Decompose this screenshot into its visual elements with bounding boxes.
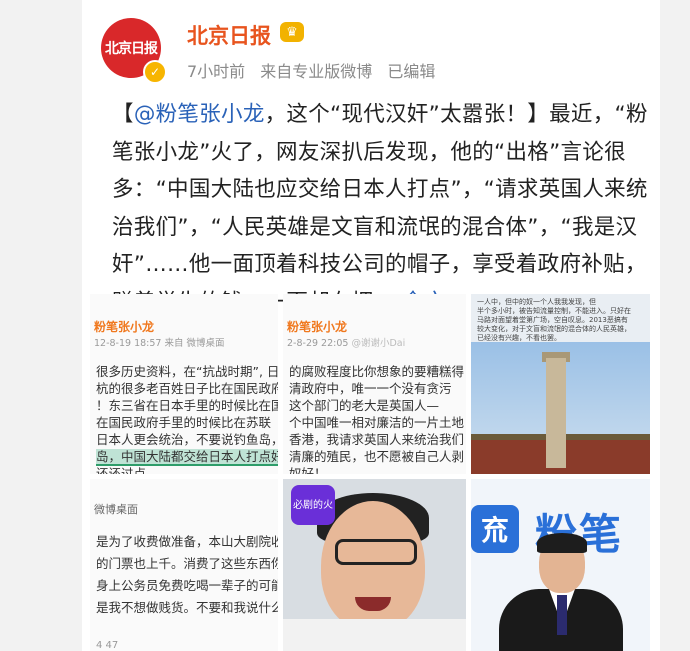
screenshot-date-text: 2-8-29 22:05 bbox=[287, 338, 349, 349]
brand-logo-icon: 㐬 bbox=[471, 505, 519, 553]
screenshot-footer: 4 47 bbox=[96, 640, 119, 651]
image-screenshot-2[interactable]: 粉笔张小龙 2-8-29 22:05 @谢谢小Dai 的腐败程度比你想象的要糟糕… bbox=[283, 294, 466, 474]
man-hair bbox=[537, 533, 587, 553]
post-source: 来自专业版微博 bbox=[260, 62, 373, 81]
image-monument-photo[interactable]: 一人中，但中的奴一个人我我发现，但 半个多小时，被告知流量控制，不能进入。只好在… bbox=[471, 294, 650, 474]
screenshot-line: 这个部门的老大是英国人— bbox=[289, 398, 440, 413]
post-text: 【@粉笔张小龙，这个“现代汉奸”太嚣张！】最近，“粉笔张小龙”火了，网友深扒后发… bbox=[112, 96, 652, 321]
screenshot-author: 粉笔张小龙 bbox=[287, 320, 348, 334]
screenshot-highlight-line: 岛，中国大陆都交给日本人打点好 bbox=[96, 449, 278, 466]
screenshot-line: 的腐败程度比你想象的要糟糕得 bbox=[289, 364, 465, 379]
screenshot-line: 身上公务员免费吃喝一辈子的可能 bbox=[96, 578, 278, 593]
app-logo: 必剧的火 bbox=[291, 485, 335, 525]
tie bbox=[557, 595, 567, 635]
screenshot-line: 杭的很多老百姓日子比在国民政府 bbox=[96, 381, 278, 396]
screenshot-line: 奴好！ bbox=[289, 466, 327, 474]
post-headline: ，这个“现代汉奸”太嚣张！】 bbox=[264, 102, 550, 127]
post-time: 7小时前 bbox=[187, 62, 246, 81]
screenshot-line: 清政府中，唯一一个没有贪污 bbox=[289, 381, 452, 396]
screenshot-line: 是为了收费做准备，本山大剧院收 bbox=[96, 534, 278, 549]
screenshot-line: 很多历史资料，在“抗战时期”, 日 bbox=[96, 364, 278, 379]
image-man-video[interactable]: 必剧的火 bbox=[283, 479, 466, 651]
screenshot-line: ！东三省在日本手里的时候比在国 bbox=[96, 398, 278, 413]
screenshot-line: 个中国唯一相对廉洁的一片土地 bbox=[289, 415, 465, 430]
image-screenshot-1[interactable]: 粉笔张小龙 12-8-19 18:57 来自 微博桌面 很多历史资料，在“抗战时… bbox=[90, 294, 278, 474]
image-screenshot-4[interactable]: 微博桌面 是为了收费做准备，本山大剧院收 的门票也上千。消费了这些东西你 身上公… bbox=[90, 479, 278, 651]
photo-caption-line: 马路对面望着堂第广场，空自叹息。2013恶搞有 bbox=[477, 316, 628, 324]
screenshot-author: 粉笔张小龙 bbox=[94, 320, 155, 334]
screenshot-line: 香港，我请求英国人来统治我们 bbox=[289, 432, 465, 447]
monument bbox=[546, 358, 566, 468]
face bbox=[321, 501, 425, 631]
screenshot-line: 在国民政府手里的时候比在苏联 bbox=[96, 415, 272, 430]
account-name[interactable]: 北京日报 bbox=[187, 20, 271, 50]
screenshot-line: 的门票也上千。消费了这些东西你 bbox=[96, 556, 278, 571]
post-body: 最近，“粉笔张小龙”火了，网友深扒后发现，他的“出格”言论很多：“中国大陆也应交… bbox=[112, 102, 648, 315]
screenshot-line: 日本人更会统治，不要说钓鱼岛， bbox=[96, 432, 278, 447]
watermark-text: @谢谢小Dai bbox=[351, 338, 406, 349]
shirt bbox=[283, 619, 466, 651]
screenshot-date: 12-8-19 18:57 来自 微博桌面 bbox=[94, 338, 225, 349]
glasses bbox=[335, 539, 417, 565]
mention-link[interactable]: @粉笔张小龙 bbox=[134, 102, 265, 127]
verified-icon: ✓ bbox=[143, 60, 167, 84]
screenshot-line: 还还过点 bbox=[96, 466, 147, 474]
screenshot-date: 2-8-29 22:05 @谢谢小Dai bbox=[283, 335, 466, 349]
screenshot-line: 清廉的殖民，也不愿被自己人剥 bbox=[289, 449, 465, 464]
image-brand-photo[interactable]: 㐬 粉笔 bbox=[471, 479, 650, 651]
post-meta: 7小时前 来自专业版微博 已编辑 bbox=[187, 58, 445, 82]
crown-icon: ♛ bbox=[280, 22, 304, 42]
photo-caption-line: 一人中，但中的奴一个人我我发现，但 bbox=[477, 298, 596, 306]
screenshot-line: 是我不想做贱货。不要和我说什么 bbox=[96, 600, 278, 615]
screenshot-source: 微博桌面 bbox=[94, 503, 138, 516]
photo-caption-line: 较大变化，对于文盲和流氓的混合体的人民英雄， bbox=[477, 325, 631, 333]
avatar-logo-text: 北京日报 bbox=[105, 41, 158, 57]
weibo-post-card: 北京日报 ✓ 北京日报 ♛ 7小时前 来自专业版微博 已编辑 【@粉笔张小龙，这… bbox=[82, 0, 660, 651]
bracket: 【 bbox=[112, 102, 134, 127]
photo-caption-line: 半个多小时，被告知流量控制，不能进入。只好在 bbox=[477, 307, 631, 315]
post-edited: 已编辑 bbox=[387, 62, 436, 81]
image-grid: 粉笔张小龙 12-8-19 18:57 来自 微博桌面 很多历史资料，在“抗战时… bbox=[90, 294, 650, 651]
